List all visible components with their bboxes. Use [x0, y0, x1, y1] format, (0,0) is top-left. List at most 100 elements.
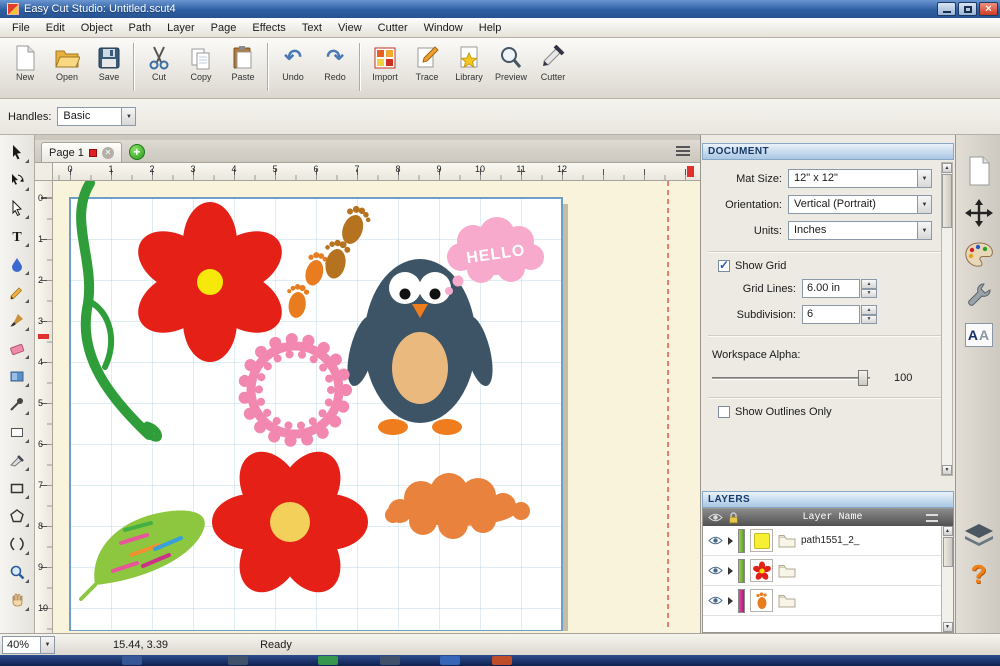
menu-object[interactable]: Object: [73, 20, 121, 36]
fonts-panel-button[interactable]: AA: [963, 319, 994, 351]
zoom-select[interactable]: 40% ▼: [2, 636, 55, 654]
layers-panel-header[interactable]: LAYERS: [702, 491, 954, 508]
scrollbar-thumb[interactable]: [943, 537, 953, 567]
new-button[interactable]: New: [4, 41, 46, 95]
eye-icon[interactable]: [708, 512, 723, 523]
canvas-viewport[interactable]: HELLO: [53, 181, 700, 633]
text-tool[interactable]: T: [3, 222, 31, 250]
subdivision-stepper[interactable]: ▲▼: [861, 305, 877, 324]
layer-row[interactable]: path1551_2_: [703, 526, 953, 556]
import-button[interactable]: Import: [364, 41, 406, 95]
library-button[interactable]: Library: [448, 41, 490, 95]
close-page-icon[interactable]: ✕: [102, 147, 114, 159]
document-panel-scrollbar[interactable]: ▲ ▼: [941, 162, 953, 476]
add-page-button[interactable]: +: [129, 144, 145, 160]
layer-row[interactable]: [703, 586, 953, 616]
eyedropper-tool[interactable]: [3, 390, 31, 418]
taskbar-item[interactable]: [440, 656, 460, 665]
menu-view[interactable]: View: [330, 20, 370, 36]
grid-lines-stepper[interactable]: ▲▼: [861, 279, 877, 298]
eraser-tool[interactable]: [3, 334, 31, 362]
lock-icon[interactable]: [728, 512, 739, 524]
taskbar-item[interactable]: [318, 656, 338, 665]
save-button[interactable]: Save: [88, 41, 130, 95]
open-button[interactable]: Open: [46, 41, 88, 95]
menu-window[interactable]: Window: [416, 20, 471, 36]
select-tool[interactable]: [3, 138, 31, 166]
menu-help[interactable]: Help: [471, 20, 510, 36]
paste-button[interactable]: Paste: [222, 41, 264, 95]
preview-button[interactable]: Preview: [490, 41, 532, 95]
copy-button[interactable]: Copy: [180, 41, 222, 95]
rotate-tool[interactable]: [3, 166, 31, 194]
trace-button[interactable]: Trace: [406, 41, 448, 95]
gradient-tool[interactable]: [3, 362, 31, 390]
taskbar-item[interactable]: [380, 656, 400, 665]
shape-tool[interactable]: [3, 418, 31, 446]
scroll-down-icon[interactable]: ▼: [943, 622, 953, 632]
eye-icon[interactable]: [708, 565, 723, 576]
redo-button[interactable]: ↷ Redo: [314, 41, 356, 95]
brush-tool[interactable]: [3, 306, 31, 334]
slider-thumb[interactable]: [858, 370, 868, 386]
subdivision-input[interactable]: 6: [802, 305, 860, 324]
taskbar-item[interactable]: [122, 656, 142, 665]
document-panel-header[interactable]: DOCUMENT: [702, 143, 954, 160]
workspace-alpha-slider[interactable]: [712, 369, 870, 386]
undo-button[interactable]: ↶ Undo: [272, 41, 314, 95]
chevron-down-icon[interactable]: ▼: [40, 636, 55, 654]
minimize-button[interactable]: [937, 2, 956, 16]
spin-down-icon[interactable]: ▼: [861, 315, 877, 325]
scrollbar-thumb[interactable]: [942, 174, 952, 228]
layers-scrollbar[interactable]: ▲ ▼: [941, 526, 953, 632]
page-tab[interactable]: Page 1 ✕: [41, 142, 122, 162]
help-button[interactable]: ?: [963, 558, 994, 590]
show-outlines-checkbox[interactable]: [718, 406, 730, 418]
knife-tool[interactable]: [3, 446, 31, 474]
show-grid-checkbox[interactable]: [718, 260, 730, 272]
menu-page[interactable]: Page: [203, 20, 245, 36]
cut-button[interactable]: Cut: [138, 41, 180, 95]
layer-row[interactable]: [703, 556, 953, 586]
mat-size-select[interactable]: 12" x 12" ▼: [788, 169, 932, 188]
transform-panel-button[interactable]: [963, 197, 994, 229]
document-panel-button[interactable]: [963, 155, 994, 187]
expand-arrow-icon[interactable]: [728, 597, 733, 605]
eye-icon[interactable]: [708, 595, 723, 606]
layers-menu-icon[interactable]: [926, 514, 938, 522]
menu-edit[interactable]: Edit: [38, 20, 73, 36]
menu-layer[interactable]: Layer: [159, 20, 203, 36]
color-panel-button[interactable]: [963, 239, 994, 271]
arc-tool[interactable]: [3, 530, 31, 558]
pan-tool[interactable]: [3, 586, 31, 614]
close-button[interactable]: ×: [979, 2, 998, 16]
canvas-scene[interactable]: HELLO: [53, 181, 700, 631]
os-taskbar[interactable]: [0, 655, 1000, 666]
handles-select[interactable]: Basic ▼: [57, 107, 136, 126]
zoom-tool[interactable]: [3, 558, 31, 586]
taskbar-item[interactable]: [228, 656, 248, 665]
tools-panel-button[interactable]: [963, 279, 994, 311]
maximize-button[interactable]: [958, 2, 977, 16]
eye-icon[interactable]: [708, 535, 723, 546]
pencil-tool[interactable]: [3, 278, 31, 306]
polygon-tool[interactable]: [3, 502, 31, 530]
grid-lines-input[interactable]: 6.00 in: [802, 279, 860, 298]
fill-tool[interactable]: [3, 250, 31, 278]
node-edit-tool[interactable]: [3, 194, 31, 222]
expand-arrow-icon[interactable]: [728, 567, 733, 575]
menu-path[interactable]: Path: [121, 20, 160, 36]
spin-up-icon[interactable]: ▲: [861, 305, 877, 315]
scroll-up-icon[interactable]: ▲: [942, 163, 952, 173]
units-select[interactable]: Inches ▼: [788, 221, 932, 240]
orientation-select[interactable]: Vertical (Portrait) ▼: [788, 195, 932, 214]
layers-panel-button[interactable]: [963, 520, 994, 552]
menu-file[interactable]: File: [4, 20, 38, 36]
cutter-button[interactable]: Cutter: [532, 41, 574, 95]
rectangle-tool[interactable]: [3, 474, 31, 502]
menu-effects[interactable]: Effects: [244, 20, 293, 36]
scroll-up-icon[interactable]: ▲: [943, 526, 953, 536]
taskbar-item[interactable]: [492, 656, 512, 665]
scroll-down-icon[interactable]: ▼: [942, 465, 952, 475]
menu-text[interactable]: Text: [294, 20, 330, 36]
